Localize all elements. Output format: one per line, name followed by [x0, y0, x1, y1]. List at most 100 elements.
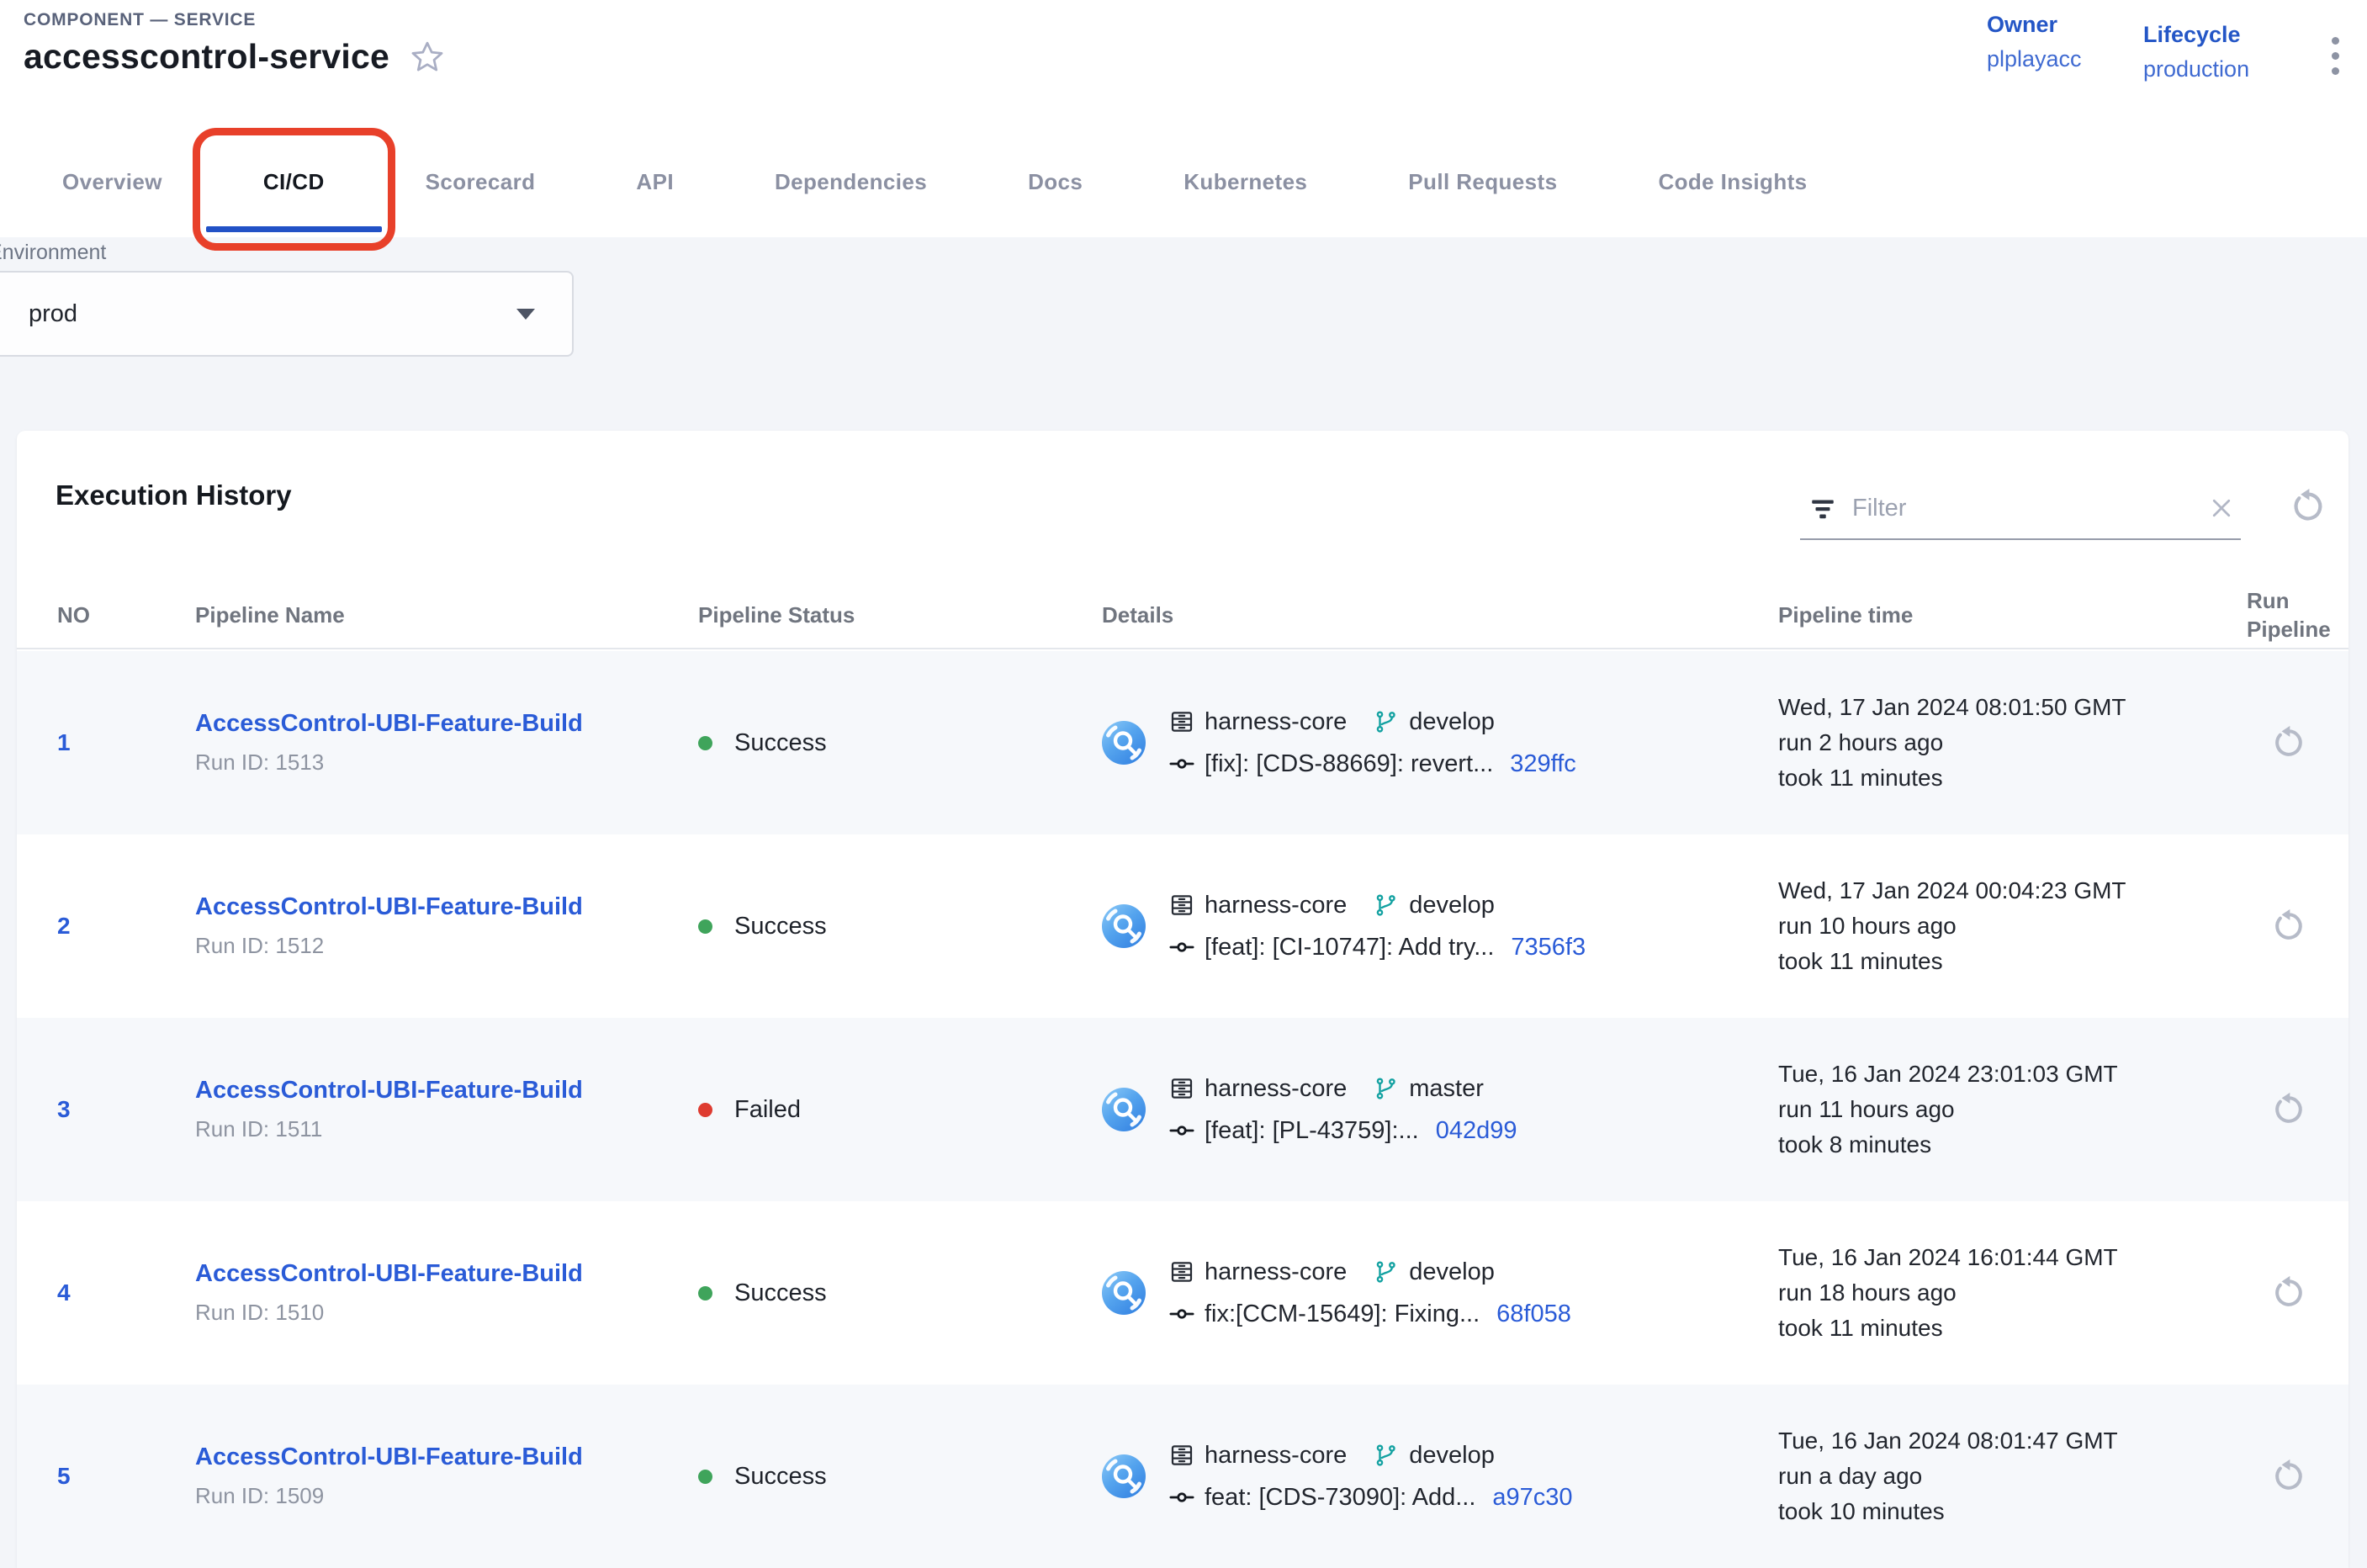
row-number: 4: [57, 1279, 71, 1306]
git-branch-icon: [1374, 1443, 1399, 1468]
table-header: NO Pipeline Name Pipeline Status Details…: [17, 582, 2348, 649]
active-tab-underline: [206, 226, 382, 232]
repository-icon: [1169, 893, 1194, 918]
pipeline-time-ago: run 10 hours ago: [1778, 908, 2228, 944]
pipeline-time-ago: run 11 hours ago: [1778, 1092, 2228, 1127]
pipeline-name-link[interactable]: AccessControl-UBI-Feature-Build: [195, 893, 583, 921]
ci-pipeline-icon: [1102, 904, 1146, 948]
run-pipeline-button[interactable]: [2269, 907, 2308, 946]
pipeline-time-gmt: Tue, 16 Jan 2024 23:01:03 GMT: [1778, 1057, 2228, 1092]
pipeline-time-ago: run 2 hours ago: [1778, 725, 2228, 760]
status-text: Success: [734, 729, 827, 757]
chevron-down-icon: [516, 309, 535, 320]
tab-overview[interactable]: Overview: [62, 126, 162, 237]
status-text: Failed: [734, 1096, 801, 1124]
tab-scorecard[interactable]: Scorecard: [426, 126, 536, 237]
run-pipeline-button[interactable]: [2269, 1090, 2308, 1129]
pipeline-time-gmt: Wed, 17 Jan 2024 00:04:23 GMT: [1778, 873, 2228, 908]
pipeline-name-link[interactable]: AccessControl-UBI-Feature-Build: [195, 1444, 583, 1471]
favorite-star-icon[interactable]: [408, 38, 447, 77]
branch-name: develop: [1409, 1258, 1495, 1286]
repo-name: harness-core: [1205, 708, 1347, 736]
table-row: 3 AccessControl-UBI-Feature-Build Run ID…: [17, 1018, 2348, 1201]
pipeline-time-took: took 8 minutes: [1778, 1127, 2228, 1163]
lifecycle-value: production: [2143, 56, 2249, 82]
git-branch-icon: [1374, 709, 1399, 734]
table-row: 1 AccessControl-UBI-Feature-Build Run ID…: [17, 651, 2348, 834]
repo-name: harness-core: [1205, 1258, 1347, 1286]
run-id: Run ID: 1511: [195, 1116, 693, 1142]
environment-select[interactable]: prod: [0, 271, 574, 357]
row-number: 1: [57, 729, 71, 755]
col-header-pipeline-status: Pipeline Status: [693, 601, 1102, 629]
tab-code-insights[interactable]: Code Insights: [1658, 126, 1807, 237]
run-id: Run ID: 1510: [195, 1300, 693, 1326]
owner-link[interactable]: plplayacc: [1987, 46, 2082, 72]
ci-pipeline-icon: [1102, 1088, 1146, 1131]
refresh-icon[interactable]: [2288, 486, 2328, 527]
top-header: COMPONENT — SERVICE accesscontrol-servic…: [0, 0, 2367, 237]
tab-pull-requests[interactable]: Pull Requests: [1408, 126, 1557, 237]
pipeline-name-link[interactable]: AccessControl-UBI-Feature-Build: [195, 1260, 583, 1288]
commit-hash-link[interactable]: 68f058: [1496, 1300, 1571, 1328]
row-number: 5: [57, 1463, 71, 1489]
filter-icon: [1808, 494, 1837, 522]
pipeline-time-ago: run a day ago: [1778, 1459, 2228, 1494]
branch-name: develop: [1409, 1442, 1495, 1470]
commit-hash-link[interactable]: a97c30: [1492, 1484, 1572, 1512]
run-pipeline-button[interactable]: [2269, 1274, 2308, 1312]
commit-message: fix:[CCM-15649]: Fixing...: [1205, 1300, 1480, 1328]
commit-hash-link[interactable]: 042d99: [1436, 1117, 1517, 1145]
repository-icon: [1169, 1443, 1194, 1468]
pipeline-name-link[interactable]: AccessControl-UBI-Feature-Build: [195, 710, 583, 738]
status-dot: [698, 919, 712, 934]
git-commit-icon: [1169, 1301, 1194, 1327]
run-id: Run ID: 1513: [195, 750, 693, 776]
col-header-pipeline-time: Pipeline time: [1778, 601, 2228, 629]
git-branch-icon: [1374, 1076, 1399, 1101]
pipeline-time-gmt: Wed, 17 Jan 2024 08:01:50 GMT: [1778, 690, 2228, 725]
tab-dependencies[interactable]: Dependencies: [775, 126, 927, 237]
git-commit-icon: [1169, 1485, 1194, 1510]
commit-message: [fix]: [CDS-88669]: revert...: [1205, 750, 1493, 778]
repo-name: harness-core: [1205, 1442, 1347, 1470]
tab-bar: Overview CI/CD Scorecard API Dependencie…: [62, 126, 1808, 237]
table-body: 1 AccessControl-UBI-Feature-Build Run ID…: [17, 651, 2348, 1568]
pipeline-name-link[interactable]: AccessControl-UBI-Feature-Build: [195, 1077, 583, 1104]
lifecycle-meta: Lifecycle production: [2143, 22, 2249, 82]
tab-kubernetes[interactable]: Kubernetes: [1184, 126, 1307, 237]
tab-docs[interactable]: Docs: [1028, 126, 1083, 237]
ci-pipeline-icon: [1102, 1271, 1146, 1315]
tab-cicd[interactable]: CI/CD: [263, 126, 325, 237]
col-header-pipeline-name: Pipeline Name: [195, 601, 693, 629]
entity-kicker: COMPONENT — SERVICE: [24, 10, 256, 30]
lifecycle-label: Lifecycle: [2143, 22, 2249, 48]
commit-message: [feat]: [PL-43759]:...: [1205, 1117, 1419, 1145]
pipeline-time-took: took 11 minutes: [1778, 944, 2228, 979]
pipeline-time-gmt: Tue, 16 Jan 2024 08:01:47 GMT: [1778, 1423, 2228, 1459]
kebab-menu-icon[interactable]: [2315, 29, 2355, 82]
repository-icon: [1169, 1259, 1194, 1285]
repository-icon: [1169, 1076, 1194, 1101]
status-text: Success: [734, 1279, 827, 1307]
execution-history-card: Execution History NO Pipeline Name Pipel…: [17, 431, 2348, 1568]
status-dot: [698, 1103, 712, 1117]
filter-box: [1800, 478, 2241, 540]
col-header-no: NO: [17, 601, 195, 629]
run-pipeline-button[interactable]: [2269, 723, 2308, 762]
filter-input[interactable]: [1852, 495, 2194, 522]
status-text: Success: [734, 1463, 827, 1491]
ci-pipeline-icon: [1102, 1454, 1146, 1498]
git-commit-icon: [1169, 1118, 1194, 1143]
table-row: 5 AccessControl-UBI-Feature-Build Run ID…: [17, 1385, 2348, 1568]
col-header-details: Details: [1102, 601, 1778, 629]
commit-hash-link[interactable]: 329ffc: [1510, 750, 1575, 778]
page-title: accesscontrol-service: [24, 37, 389, 77]
commit-hash-link[interactable]: 7356f3: [1511, 934, 1586, 961]
run-id: Run ID: 1512: [195, 933, 693, 959]
environment-value: prod: [29, 300, 516, 328]
owner-label: Owner: [1987, 12, 2082, 38]
clear-filter-icon[interactable]: [2209, 495, 2234, 521]
tab-api[interactable]: API: [636, 126, 674, 237]
run-pipeline-button[interactable]: [2269, 1457, 2308, 1496]
